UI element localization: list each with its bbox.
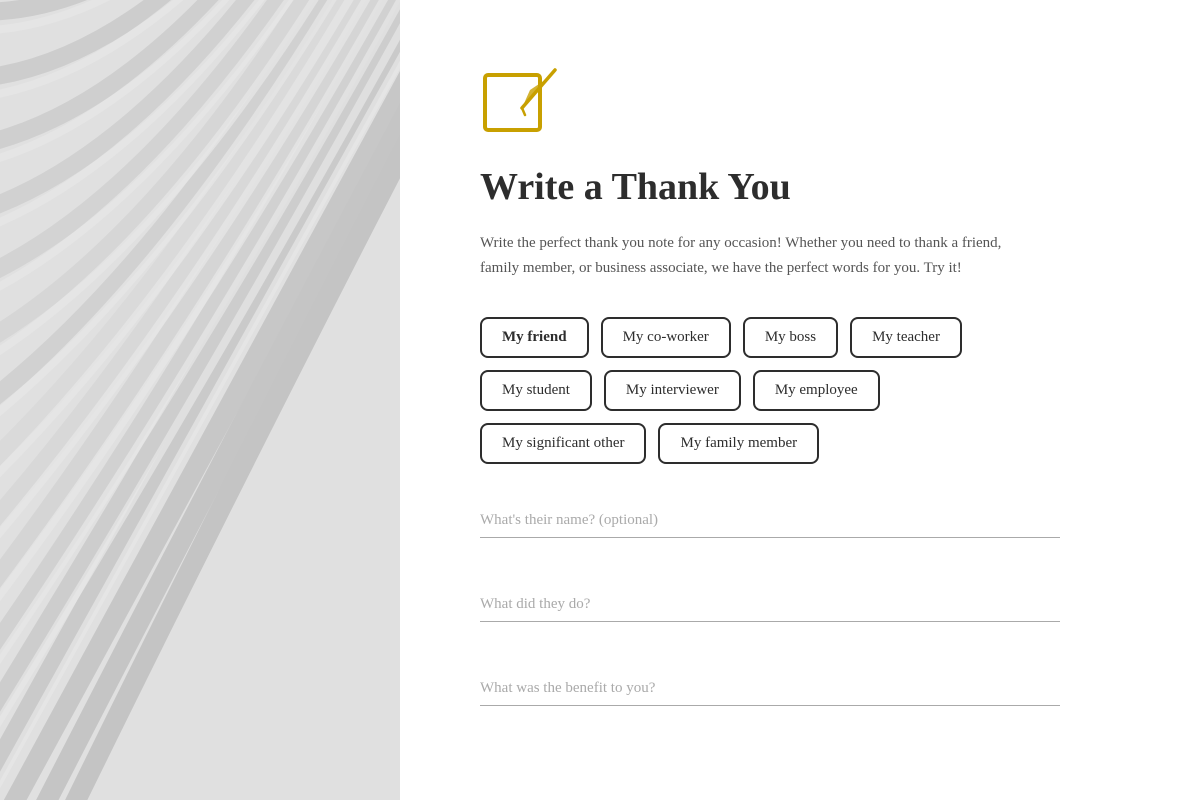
benefit-section	[480, 672, 1140, 726]
name-input[interactable]	[480, 504, 1060, 538]
page-description: Write the perfect thank you note for any…	[480, 231, 1040, 282]
benefit-input[interactable]	[480, 672, 1060, 706]
recipient-btn-employee[interactable]: My employee	[753, 370, 880, 411]
decorative-left-panel	[0, 0, 400, 800]
page-title: Write a Thank You	[480, 165, 1140, 211]
app-logo-icon	[480, 60, 1140, 165]
recipient-button-group: My friend My co-worker My boss My teache…	[480, 317, 1140, 464]
wave-background	[0, 0, 400, 800]
name-field-section	[480, 504, 1140, 558]
recipient-btn-friend[interactable]: My friend	[480, 317, 589, 358]
button-row-3: My significant other My family member	[480, 423, 1140, 464]
recipient-btn-teacher[interactable]: My teacher	[850, 317, 962, 358]
recipient-btn-coworker[interactable]: My co-worker	[601, 317, 731, 358]
recipient-btn-family-member[interactable]: My family member	[658, 423, 819, 464]
recipient-btn-interviewer[interactable]: My interviewer	[604, 370, 741, 411]
button-row-2: My student My interviewer My employee	[480, 370, 1140, 411]
main-content-panel: Write a Thank You Write the perfect than…	[400, 0, 1200, 800]
what-they-did-input[interactable]	[480, 588, 1060, 622]
recipient-btn-significant-other[interactable]: My significant other	[480, 423, 646, 464]
what-they-did-section	[480, 588, 1140, 642]
button-row-1: My friend My co-worker My boss My teache…	[480, 317, 1140, 358]
recipient-btn-boss[interactable]: My boss	[743, 317, 838, 358]
recipient-btn-student[interactable]: My student	[480, 370, 592, 411]
